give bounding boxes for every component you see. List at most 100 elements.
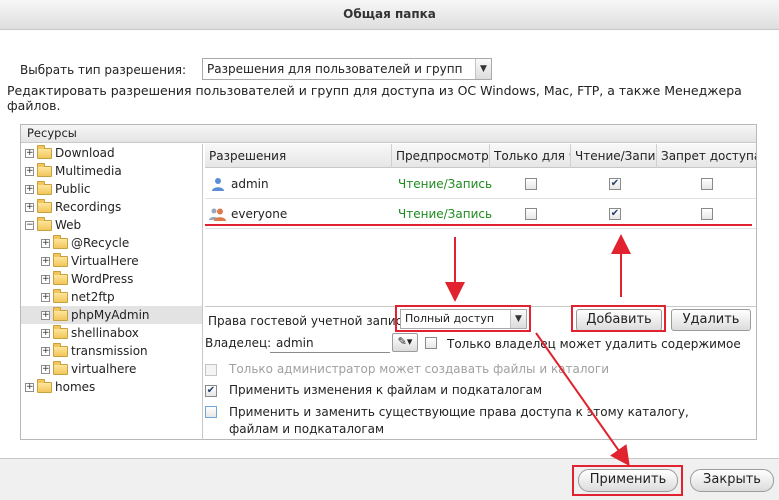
expand-icon[interactable]: + — [41, 347, 50, 356]
apply-replace-label: Применить и заменить существующие права … — [229, 405, 689, 436]
folder-icon — [37, 181, 52, 195]
tree-item-label: VirtualHere — [71, 254, 139, 268]
annotation-underline — [205, 224, 752, 226]
tree-item-net2ftp[interactable]: + net2ftp — [41, 288, 201, 306]
expand-icon[interactable]: + — [41, 311, 50, 320]
tree-item-label: net2ftp — [71, 290, 115, 304]
owner-label: Владелец: — [205, 336, 272, 350]
tree-item-recycle[interactable]: + @Recycle — [41, 234, 201, 252]
tree-item-recordings[interactable]: + Recordings — [25, 198, 201, 216]
permission-preview: Чтение/Запись — [398, 177, 493, 191]
user-icon — [212, 178, 224, 191]
read-write-checkbox[interactable]: ✔ — [609, 178, 621, 190]
tree-item-virtualhere-upper[interactable]: + VirtualHere — [41, 252, 201, 270]
permission-type-label: Выбрать тип разрешения: — [20, 63, 187, 77]
tree-item-shellinabox[interactable]: + shellinabox — [41, 324, 201, 342]
expand-icon[interactable]: + — [41, 239, 50, 248]
permissions-grid: Разрешения Предпросмотр Только для чтени… — [205, 144, 756, 299]
permission-name: admin — [231, 177, 269, 191]
folder-icon — [37, 163, 52, 177]
folder-icon — [53, 235, 68, 249]
expand-icon[interactable]: + — [25, 185, 34, 194]
tree-item-label: Download — [55, 146, 115, 160]
tree-item-label: transmission — [71, 344, 148, 358]
expand-icon[interactable]: + — [25, 149, 34, 158]
deny-checkbox[interactable] — [701, 178, 713, 190]
chevron-down-icon[interactable]: ▼ — [475, 59, 491, 79]
expand-icon[interactable]: + — [41, 365, 50, 374]
col-header-read-only[interactable]: Только для чтения — [490, 144, 571, 168]
admin-only-create-label: Только администратор может создавать фай… — [229, 362, 609, 376]
only-owner-delete-checkbox[interactable] — [425, 337, 437, 349]
only-owner-delete-label: Только владелец может удалить содержимое — [447, 337, 741, 351]
apply-subfolders-checkbox[interactable]: ✔ — [205, 385, 217, 397]
expand-icon[interactable]: + — [25, 167, 34, 176]
expand-icon[interactable]: + — [41, 329, 50, 338]
folder-icon — [37, 379, 52, 393]
owner-field[interactable]: admin — [270, 333, 390, 353]
permissions-description: Редактировать разрешения пользователей и… — [7, 83, 742, 113]
tree-item-public[interactable]: + Public — [25, 180, 201, 198]
tree-item-label: WordPress — [71, 272, 134, 286]
folder-tree: + Download + Multimedia + Public + Recording… — [21, 144, 203, 440]
read-only-checkbox[interactable] — [525, 178, 537, 190]
permission-type-select[interactable]: Разрешения для пользователей и групп ▼ — [202, 58, 492, 80]
apply-replace-checkbox[interactable] — [205, 406, 217, 418]
apply-subfolders-label: Применить изменения к файлам и подкатало… — [229, 383, 543, 397]
tree-item-label: Multimedia — [55, 164, 122, 178]
folder-icon — [53, 307, 68, 321]
permission-type-value: Разрешения для пользователей и групп — [207, 62, 463, 76]
expand-icon[interactable]: + — [41, 275, 50, 284]
folder-icon — [53, 361, 68, 375]
grid-header: Разрешения Предпросмотр Только для чтени… — [205, 144, 756, 168]
tree-item-multimedia[interactable]: + Multimedia — [25, 162, 201, 180]
collapse-icon[interactable]: − — [25, 221, 34, 230]
col-header-read-write[interactable]: Чтение/Запись — [571, 144, 657, 168]
folder-icon — [37, 199, 52, 213]
tree-item-label: shellinabox — [71, 326, 139, 340]
folder-icon — [37, 145, 52, 159]
tree-item-phpmyadmin[interactable]: + phpMyAdmin — [21, 306, 202, 324]
col-header-permissions[interactable]: Разрешения — [205, 144, 392, 168]
expand-icon[interactable]: + — [41, 257, 50, 266]
read-write-checkbox[interactable]: ✔ — [609, 208, 621, 220]
tree-item-virtualhere[interactable]: + virtualhere — [41, 360, 201, 378]
tree-item-wordpress[interactable]: + WordPress — [41, 270, 201, 288]
annotation-box-add — [571, 305, 666, 332]
deny-checkbox[interactable] — [701, 208, 713, 220]
tree-item-label: phpMyAdmin — [71, 308, 150, 322]
folder-icon — [53, 343, 68, 357]
folder-icon — [53, 271, 68, 285]
folder-icon — [53, 325, 68, 339]
tree-item-label: Recordings — [55, 200, 122, 214]
folder-icon — [53, 289, 68, 303]
resources-header: Ресурсы — [21, 125, 756, 143]
tree-item-label: virtualhere — [71, 362, 137, 376]
tree-item-web[interactable]: − Web — [25, 216, 201, 234]
read-only-checkbox[interactable] — [525, 208, 537, 220]
close-button[interactable]: Закрыть — [690, 469, 774, 492]
tree-item-label: Public — [55, 182, 91, 196]
guest-access-label: Права гостевой учетной записи — [208, 314, 411, 328]
expand-icon[interactable]: + — [25, 203, 34, 212]
pencil-icon: ✎▾ — [397, 335, 413, 348]
expand-icon[interactable]: + — [25, 383, 34, 392]
tree-item-label: @Recycle — [71, 236, 130, 250]
col-header-preview[interactable]: Предпросмотр — [392, 144, 490, 168]
group-icon — [209, 208, 226, 221]
annotation-box-apply — [572, 465, 683, 496]
expand-icon[interactable]: + — [41, 293, 50, 302]
window-title: Общая папка — [0, 0, 779, 30]
col-header-deny[interactable]: Запрет доступа — [657, 144, 756, 168]
folder-open-icon — [37, 217, 52, 231]
tree-item-download[interactable]: + Download — [25, 144, 201, 162]
tree-item-transmission[interactable]: + transmission — [41, 342, 201, 360]
annotation-box-guest — [395, 305, 531, 332]
folder-icon — [53, 253, 68, 267]
permission-row-admin[interactable]: admin Чтение/Запись ✔ — [205, 169, 756, 199]
admin-only-create-checkbox[interactable] — [205, 364, 217, 376]
edit-owner-button[interactable]: ✎▾ — [392, 333, 418, 352]
tree-item-label: Web — [55, 218, 82, 232]
tree-item-homes[interactable]: + homes — [25, 378, 201, 396]
remove-button[interactable]: Удалить — [671, 309, 751, 331]
